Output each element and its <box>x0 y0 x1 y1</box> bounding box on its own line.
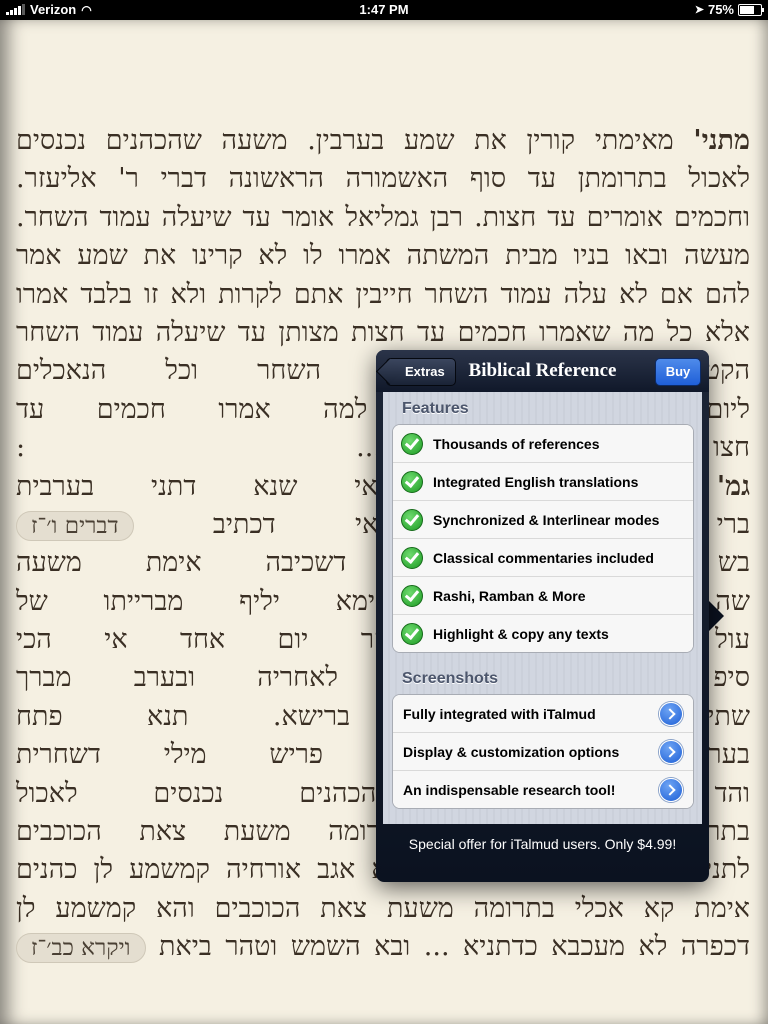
screenshots-section-title: Screenshots <box>402 670 499 687</box>
checkmark-icon <box>401 585 423 607</box>
battery-fill <box>740 5 754 14</box>
line-text: לאכול בתרומתן עד סוף האשמורה הראשונה דבר… <box>16 163 750 195</box>
popover-nav-bar: Extras Biblical Reference Buy <box>376 350 709 392</box>
feature-label: Synchronized & Interlinear modes <box>433 512 660 528</box>
status-bar: Verizon ◠ 1:47 PM ➤ 75% <box>0 0 768 20</box>
screenshot-label: An indispensable research tool! <box>403 782 616 798</box>
checkmark-icon <box>401 471 423 493</box>
checkmark-icon <box>401 509 423 531</box>
text-line: וחכמים אומרים עד חצות. רבן גמליאל אומר ע… <box>16 199 750 237</box>
checkmark-icon <box>401 433 423 455</box>
line-text: להם אם לא עלה עמוד השחר חייבין אתם לקרות… <box>16 278 750 310</box>
screenshot-row[interactable]: An indispensable research tool! <box>393 771 693 808</box>
line-text: אלא כל מה שאמרו חכמים עד חצות מצותן עד ש… <box>16 316 750 348</box>
feature-row: Thousands of references <box>393 425 693 463</box>
checkmark-icon <box>401 547 423 569</box>
line-text: אימת קא אכלי בתרומה משעת צאת הכוכבים והא… <box>16 892 750 924</box>
line-text: מאימתי קורין את שמע בערבין. משעה שהכהנים… <box>16 125 694 156</box>
screenshot-row[interactable]: Fully integrated with iTalmud <box>393 695 693 733</box>
buy-button[interactable]: Buy <box>655 358 701 386</box>
text-line: מתני' מאימתי קורין את שמע בערבין. משעה ש… <box>16 122 750 160</box>
location-icon: ➤ <box>694 4 704 16</box>
feature-label: Integrated English translations <box>433 474 639 490</box>
special-offer-text: Special offer for iTalmud users. Only $4… <box>408 836 677 852</box>
checkmark-icon <box>401 623 423 645</box>
feature-label: Classical commentaries included <box>433 550 654 566</box>
feature-row: Highlight & copy any texts <box>393 615 693 652</box>
feature-label: Thousands of references <box>433 436 600 452</box>
line-text: דכפרה לא מעכבא כדתניא ... ובא השמש וטהר … <box>159 931 750 963</box>
disclosure-arrow-icon[interactable] <box>659 740 683 764</box>
clock: 1:47 PM <box>359 2 409 17</box>
text-line: אימת קא אכלי בתרומה משעת צאת הכוכבים והא… <box>16 890 750 928</box>
disclosure-arrow-icon[interactable] <box>659 778 683 802</box>
screenshots-list: Fully integrated with iTalmud Display & c… <box>392 694 694 809</box>
screenshot-row[interactable]: Display & customization options <box>393 733 693 771</box>
features-section-title: Features <box>402 400 469 417</box>
line-text: וחכמים אומרים עד חצות. רבן גמליאל אומר ע… <box>16 201 750 233</box>
screenshot-label: Display & customization options <box>403 744 620 760</box>
text-line: לאכול בתרומתן עד סוף האשמורה הראשונה דבר… <box>16 160 750 198</box>
disclosure-arrow-icon[interactable] <box>659 702 683 726</box>
biblical-reference-popover: Extras Biblical Reference Buy Features T… <box>376 350 709 882</box>
bible-reference-link[interactable]: ויקרא כב׳־ז <box>16 933 146 964</box>
feature-label: Rashi, Ramban & More <box>433 588 586 604</box>
feature-row: Integrated English translations <box>393 463 693 501</box>
feature-row: Rashi, Ramban & More <box>393 577 693 615</box>
section-marker: גמ' <box>716 470 750 502</box>
text-line: דכפרה לא מעכבא כדתניא ... ובא השמש וטהר … <box>16 928 750 966</box>
feature-row: Classical commentaries included <box>393 539 693 577</box>
screenshot-label: Fully integrated with iTalmud <box>403 706 596 722</box>
popover-arrow <box>708 600 724 632</box>
status-right: ➤ 75% <box>694 2 764 17</box>
feature-row: Synchronized & Interlinear modes <box>393 501 693 539</box>
text-line: אלא כל מה שאמרו חכמים עד חצות מצותן עד ש… <box>16 314 750 352</box>
battery-icon <box>738 3 764 16</box>
text-line: להם אם לא עלה עמוד השחר חייבין אתם לקרות… <box>16 276 750 314</box>
line-text: מעשה ובאו בניו מבית המשתה אמרו לו לא קרי… <box>16 240 750 272</box>
feature-label: Highlight & copy any texts <box>433 626 609 642</box>
features-list: Thousands of references Integrated Englis… <box>392 424 694 653</box>
bible-reference-link[interactable]: דברים ו׳־ז <box>16 510 134 541</box>
section-marker: מתני' <box>693 125 750 156</box>
battery-percent: 75% <box>707 2 734 17</box>
text-line: מעשה ובאו בניו מבית המשתה אמרו לו לא קרי… <box>16 237 750 275</box>
popover-content[interactable]: Features Thousands of references Integrat… <box>383 392 702 824</box>
